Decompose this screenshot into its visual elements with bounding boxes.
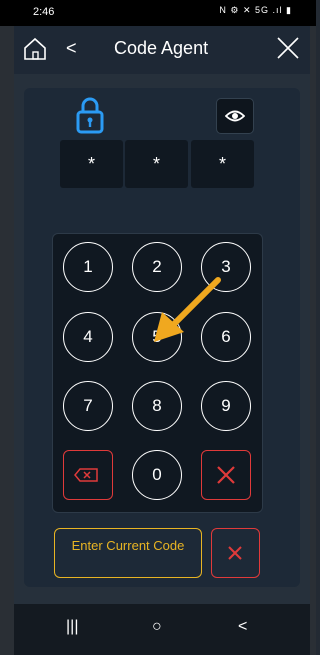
close-icon [277,37,299,59]
show-code-button[interactable] [216,98,254,134]
left-edge [0,26,14,655]
code-digit-2: * [125,140,188,188]
home-nav-button[interactable]: ○ [152,618,162,636]
backspace-button[interactable] [63,450,113,500]
key-4[interactable]: 4 [63,312,113,362]
clear-icon [217,466,235,484]
status-bar: 2:46 N ⚙ ✕ 5G .ıl ▮ [0,0,316,26]
key-6[interactable]: 6 [201,312,251,362]
cancel-button[interactable] [211,528,260,578]
back-nav-button[interactable]: < [238,618,247,636]
status-time: 2:46 [33,6,55,18]
code-digit-3: * [191,140,254,188]
close-button[interactable] [276,36,300,60]
app-header: < Code Agent [14,26,310,74]
home-button[interactable] [22,36,48,62]
key-8[interactable]: 8 [132,381,182,431]
system-nav-bar: ||| ○ < [14,604,310,655]
eye-icon [225,110,245,122]
clear-button[interactable] [201,450,251,500]
key-0[interactable]: 0 [132,450,182,500]
key-2[interactable]: 2 [132,242,182,292]
code-digit-1: * [60,140,123,188]
backspace-icon [74,468,98,482]
status-icons: N ⚙ ✕ 5G .ıl ▮ [219,5,292,15]
key-1[interactable]: 1 [63,242,113,292]
key-7[interactable]: 7 [63,381,113,431]
key-3[interactable]: 3 [201,242,251,292]
key-9[interactable]: 9 [201,381,251,431]
back-button[interactable]: < [66,38,77,59]
page-title: Code Agent [114,38,209,58]
cancel-icon [228,546,242,560]
enter-current-code-button[interactable]: Enter Current Code [54,528,202,578]
home-icon [24,37,46,60]
right-edge [310,26,316,655]
key-5[interactable]: 5 [132,312,182,362]
recents-button[interactable]: ||| [66,618,78,636]
lock-icon [76,97,104,134]
